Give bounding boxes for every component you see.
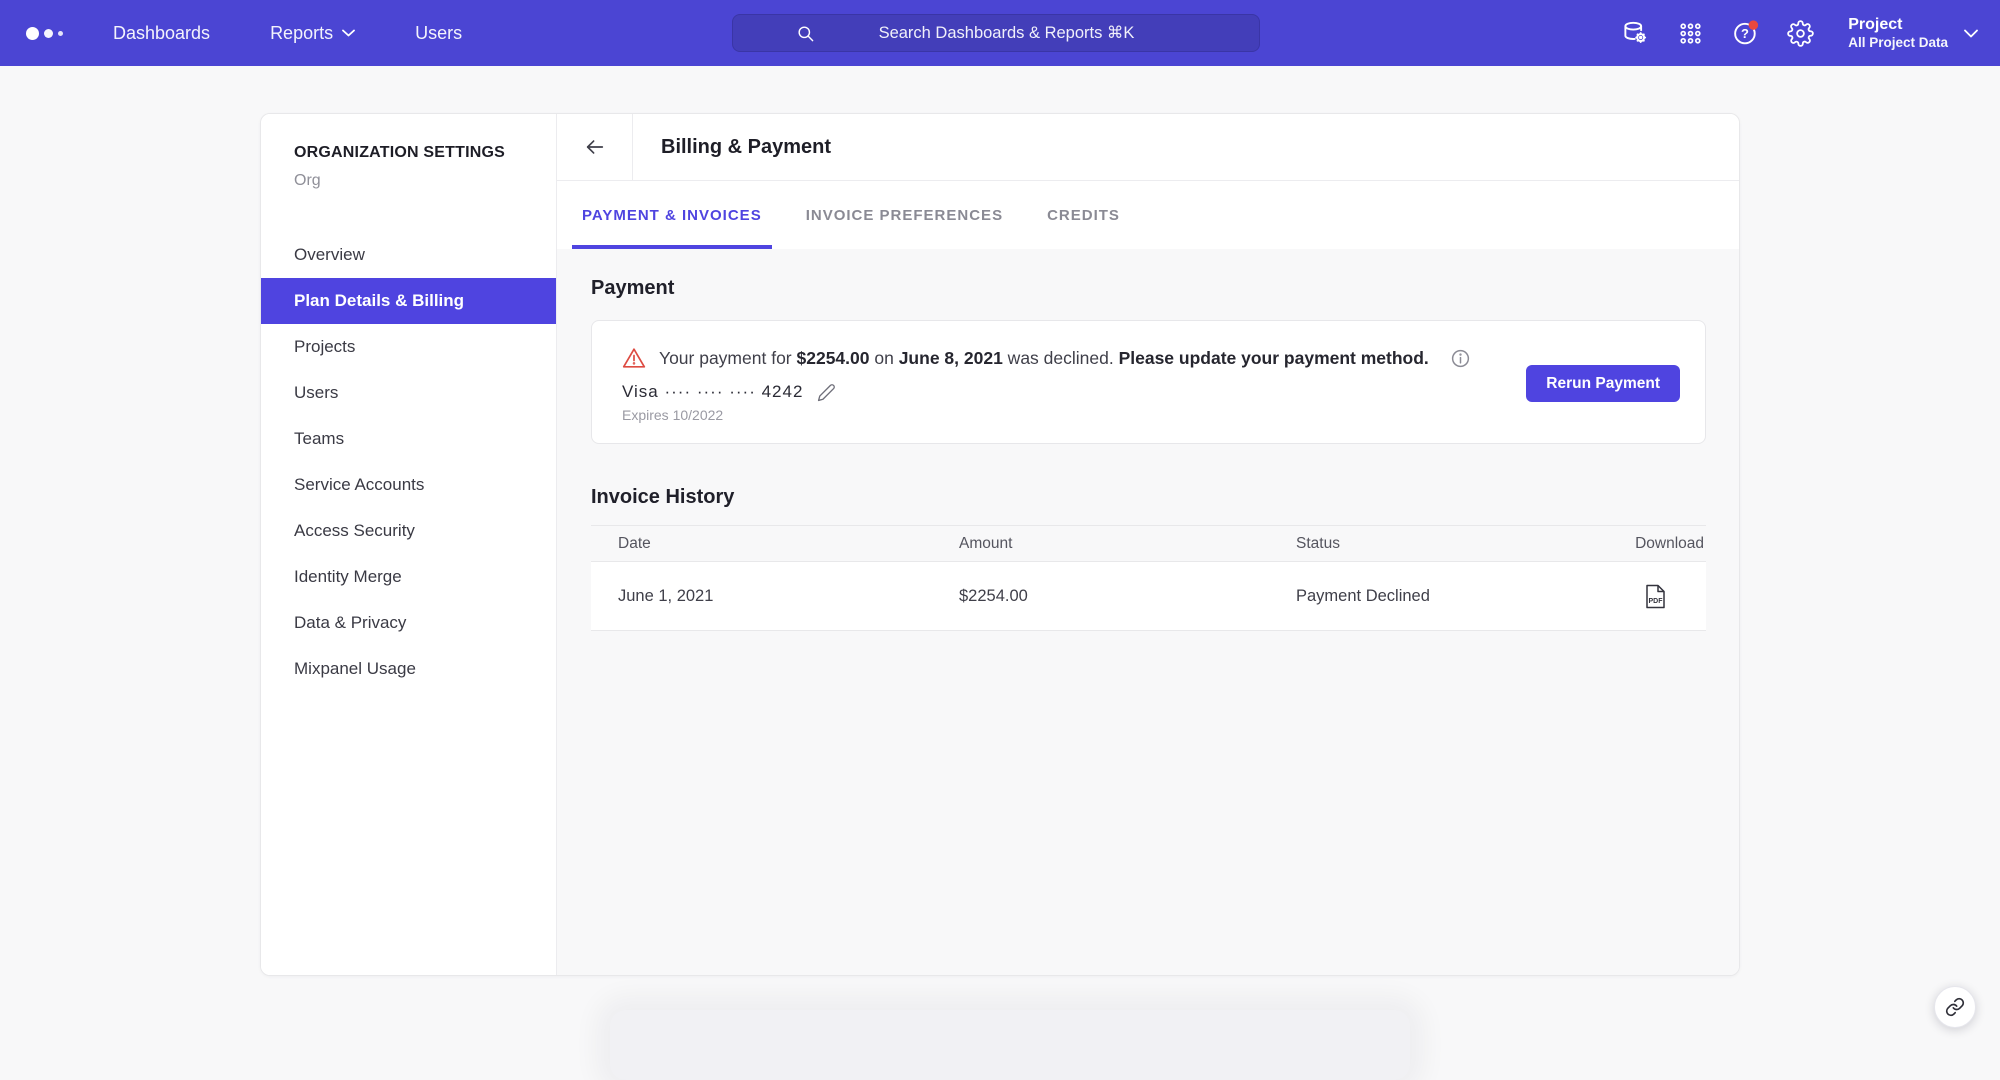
tabs: PAYMENT & INVOICES INVOICE PREFERENCES C… xyxy=(557,181,1740,249)
invoice-history-section: Invoice History Date Amount Status Downl… xyxy=(591,486,1706,631)
global-search[interactable] xyxy=(732,14,1260,52)
column-amount: Amount xyxy=(959,535,1296,553)
nav-item-label: Reports xyxy=(270,23,333,44)
card-expiry: Expires 10/2022 xyxy=(622,407,1705,423)
sidebar-item-service-accounts[interactable]: Service Accounts xyxy=(261,462,556,508)
invoice-table: Date Amount Status Download June 1, 2021… xyxy=(591,525,1706,631)
settings-main: Billing & Payment PAYMENT & INVOICES INV… xyxy=(557,114,1740,975)
nav-item-reports[interactable]: Reports xyxy=(270,23,355,44)
nav-item-label: Dashboards xyxy=(113,23,210,44)
arrow-left-icon xyxy=(584,136,606,158)
edit-card-icon[interactable] xyxy=(817,383,836,402)
sidebar-heading: ORGANIZATION SETTINGS xyxy=(294,144,556,162)
search-input[interactable] xyxy=(817,24,1197,43)
tab-content: Payment Your payment for $2254.00 on Jun… xyxy=(557,249,1740,976)
tab-credits[interactable]: CREDITS xyxy=(1037,181,1130,249)
invoice-amount: $2254.00 xyxy=(959,587,1296,606)
column-download: Download xyxy=(1635,535,1706,553)
settings-sidebar: ORGANIZATION SETTINGS Org Overview Plan … xyxy=(261,114,557,975)
invoice-status: Payment Declined xyxy=(1296,587,1635,606)
project-label: Project xyxy=(1848,15,1948,35)
rerun-payment-button[interactable]: Rerun Payment xyxy=(1526,365,1680,402)
page-header: Billing & Payment xyxy=(557,114,1740,181)
sidebar-item-teams[interactable]: Teams xyxy=(261,416,556,462)
card-number-masked: Visa ···· ···· ···· 4242 xyxy=(622,382,803,402)
column-date: Date xyxy=(591,535,959,553)
nav-item-dashboards[interactable]: Dashboards xyxy=(113,23,210,44)
apps-grid-icon[interactable] xyxy=(1677,20,1704,47)
settings-card: ORGANIZATION SETTINGS Org Overview Plan … xyxy=(260,113,1740,976)
invoice-row: June 1, 2021 $2254.00 Payment Declined P… xyxy=(591,562,1706,631)
sidebar-item-mixpanel-usage[interactable]: Mixpanel Usage xyxy=(261,646,556,692)
help-icon[interactable]: ? xyxy=(1732,20,1759,47)
sidebar-item-projects[interactable]: Projects xyxy=(261,324,556,370)
chevron-down-icon xyxy=(1964,29,1978,38)
column-status: Status xyxy=(1296,535,1635,553)
bottom-sheet-shadow xyxy=(610,1010,1410,1080)
data-management-icon[interactable] xyxy=(1622,20,1649,47)
sidebar-menu: Overview Plan Details & Billing Projects… xyxy=(261,232,556,692)
invoice-date: June 1, 2021 xyxy=(591,587,959,606)
search-icon xyxy=(796,24,815,43)
nav-links: Dashboards Reports Users xyxy=(113,23,462,44)
settings-gear-icon[interactable] xyxy=(1787,20,1814,47)
invoice-history-title: Invoice History xyxy=(591,486,1706,509)
nav-item-users[interactable]: Users xyxy=(415,23,462,44)
payment-section-title: Payment xyxy=(591,277,1706,300)
payment-card: Your payment for $2254.00 on June 8, 202… xyxy=(591,320,1706,444)
mixpanel-logo[interactable] xyxy=(26,27,63,40)
project-selector[interactable]: Project All Project Data xyxy=(1848,15,1978,52)
sidebar-item-access-security[interactable]: Access Security xyxy=(261,508,556,554)
sidebar-item-identity-merge[interactable]: Identity Merge xyxy=(261,554,556,600)
warning-icon xyxy=(622,347,646,369)
tab-invoice-preferences[interactable]: INVOICE PREFERENCES xyxy=(796,181,1013,249)
info-icon[interactable] xyxy=(1450,348,1471,369)
alert-text: Your payment for $2254.00 on June 8, 202… xyxy=(659,348,1429,369)
nav-right-controls: ? Project All Project Data xyxy=(1622,0,1978,66)
sidebar-item-plan-details-billing[interactable]: Plan Details & Billing xyxy=(261,278,556,324)
link-icon xyxy=(1945,997,1965,1017)
sidebar-item-overview[interactable]: Overview xyxy=(261,232,556,278)
top-nav: Dashboards Reports Users xyxy=(0,0,2000,66)
sidebar-item-data-privacy[interactable]: Data & Privacy xyxy=(261,600,556,646)
back-button[interactable] xyxy=(557,114,633,180)
nav-item-label: Users xyxy=(415,23,462,44)
tab-payment-invoices[interactable]: PAYMENT & INVOICES xyxy=(572,181,772,249)
invoice-table-header: Date Amount Status Download xyxy=(591,525,1706,562)
chevron-down-icon xyxy=(342,29,355,37)
copy-link-button[interactable] xyxy=(1934,986,1976,1028)
svg-text:PDF: PDF xyxy=(1649,598,1664,605)
org-name: Org xyxy=(294,172,556,190)
svg-text:?: ? xyxy=(1741,26,1749,41)
sidebar-item-users[interactable]: Users xyxy=(261,370,556,416)
project-value: All Project Data xyxy=(1848,35,1948,52)
download-pdf-icon[interactable]: PDF xyxy=(1645,584,1666,609)
page-title: Billing & Payment xyxy=(633,114,831,180)
